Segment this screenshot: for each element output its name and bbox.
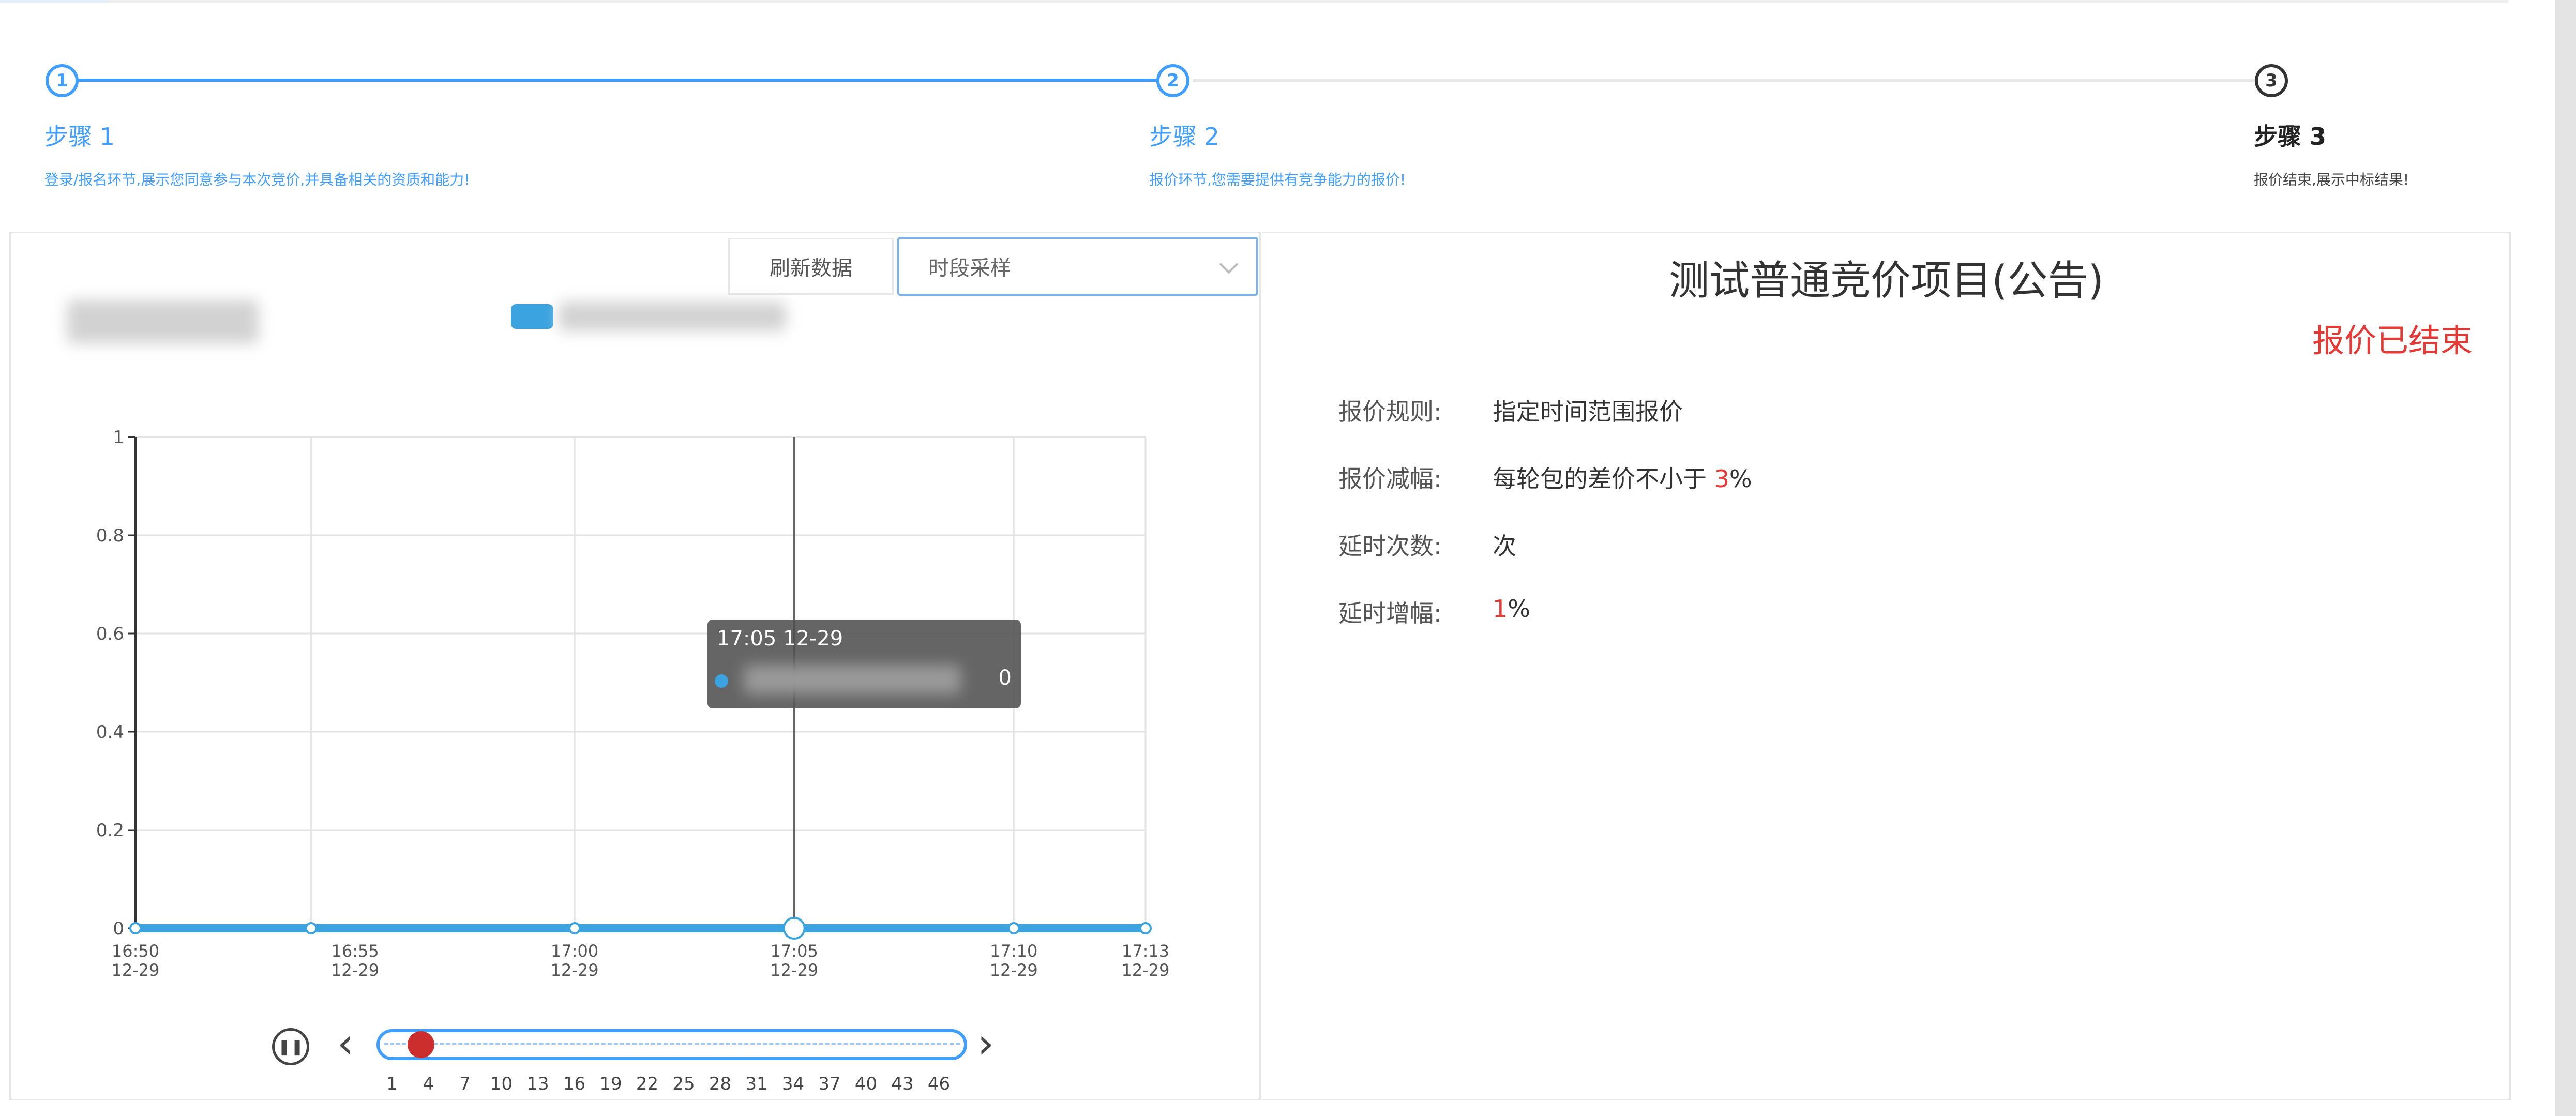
timeline-tick: 13 bbox=[526, 1074, 549, 1094]
delay-increase-label: 延时增幅: bbox=[1338, 599, 1442, 627]
redacted-title bbox=[67, 300, 259, 343]
tooltip-value: 0 bbox=[998, 666, 1012, 690]
scrollbar[interactable] bbox=[2555, 0, 2576, 1116]
step-2-icon: 2 bbox=[1156, 64, 1189, 97]
step-3-title: 步骤 3 bbox=[2254, 123, 2327, 150]
series-point bbox=[1139, 922, 1152, 934]
step-connector-2 bbox=[1193, 79, 2284, 82]
y-tick-label: 0.2 bbox=[96, 820, 124, 841]
chart-tooltip: 17:05 12-29 0 bbox=[707, 620, 1021, 708]
timeline-tick: 22 bbox=[636, 1074, 659, 1094]
x-tick-label: 17:00 bbox=[551, 941, 598, 961]
timeline-tick: 10 bbox=[490, 1074, 513, 1094]
y-tick-label: 0 bbox=[113, 918, 124, 939]
series-point bbox=[782, 917, 806, 940]
pause-icon[interactable]: ❚❚ bbox=[272, 1028, 309, 1065]
legend-swatch[interactable] bbox=[511, 304, 553, 329]
timeline-track[interactable] bbox=[376, 1029, 967, 1060]
x-tick-label: 12-29 bbox=[112, 960, 160, 980]
decrease-num: 3 bbox=[1714, 465, 1729, 493]
x-tick-label: 12-29 bbox=[331, 960, 379, 980]
redacted-legend-label bbox=[559, 302, 786, 331]
x-tick-label: 16:50 bbox=[112, 941, 159, 961]
series-point bbox=[305, 922, 318, 934]
step-3-icon: 3 bbox=[2255, 64, 2288, 97]
y-tick-label: 0.8 bbox=[96, 525, 124, 546]
x-tick-label: 12-29 bbox=[770, 960, 818, 980]
sampling-select-value: 时段采样 bbox=[928, 257, 1011, 280]
step-1-title: 步骤 1 bbox=[44, 123, 115, 150]
y-tick-label: 0.6 bbox=[96, 624, 124, 644]
step-connector-1 bbox=[67, 79, 1158, 82]
timeline-ticks: 1 4 7 10 13 16 19 22 25 28 31 34 37 40 43 46 bbox=[0, 1074, 2576, 1098]
decrease-label: 报价减幅: bbox=[1338, 465, 1442, 493]
timeline-tick: 1 bbox=[386, 1074, 398, 1094]
delay-count-value: 次 bbox=[1493, 532, 1516, 560]
refresh-data-button[interactable]: 刷新数据 bbox=[728, 238, 894, 295]
timeline-tick: 37 bbox=[818, 1074, 841, 1094]
timeline-tick: 19 bbox=[599, 1074, 622, 1094]
delay-increase-unit: % bbox=[1508, 595, 1530, 623]
x-tick-label: 12-29 bbox=[1122, 960, 1170, 980]
top-border bbox=[0, 0, 2508, 3]
delay-increase-num: 1 bbox=[1493, 595, 1508, 623]
series-point bbox=[1007, 922, 1020, 934]
step-1-desc: 登录/报名环节,展示您同意参与本次竞价,并具备相关的资质和能力! bbox=[44, 171, 470, 188]
chevron-left-icon[interactable]: ‹ bbox=[337, 1023, 354, 1064]
timeline-tick: 31 bbox=[745, 1074, 768, 1094]
active-tab-indicator bbox=[0, 0, 109, 3]
chevron-down-icon bbox=[1219, 254, 1239, 274]
project-title: 测试普通竞价项目(公告) bbox=[1669, 258, 2104, 304]
sampling-select[interactable]: 时段采样 bbox=[897, 237, 1258, 296]
timeline-thumb[interactable] bbox=[408, 1031, 434, 1058]
decrease-unit: % bbox=[1729, 465, 1752, 493]
x-tick-label: 17:05 bbox=[771, 941, 818, 961]
timeline-tick: 34 bbox=[781, 1074, 805, 1094]
x-tick-label: 12-29 bbox=[990, 960, 1038, 980]
series-point bbox=[568, 922, 581, 934]
decrease-value: 每轮包的差价不小于 3% bbox=[1493, 460, 1752, 494]
timeline-tick: 16 bbox=[563, 1074, 586, 1094]
timeline-tick: 28 bbox=[709, 1074, 732, 1094]
project-info-panel bbox=[1262, 232, 2511, 1100]
delay-increase-value: 1% bbox=[1493, 595, 1530, 623]
tooltip-title: 17:05 12-29 bbox=[717, 627, 843, 651]
timeline-tick: 43 bbox=[891, 1074, 914, 1094]
timeline-tick: 4 bbox=[423, 1074, 434, 1094]
timeline-tick: 7 bbox=[459, 1074, 471, 1094]
step-1-number: 1 bbox=[56, 70, 68, 91]
step-3-number: 3 bbox=[2265, 70, 2278, 91]
y-tick-label: 0.4 bbox=[96, 722, 124, 743]
timeline-tick: 46 bbox=[927, 1074, 951, 1094]
step-2-number: 2 bbox=[1167, 70, 1179, 91]
status-badge: 报价已结束 bbox=[2312, 322, 2473, 359]
delay-count-label: 延时次数: bbox=[1338, 532, 1442, 560]
redacted-tooltip-series bbox=[744, 665, 961, 694]
x-tick-label: 16:55 bbox=[331, 941, 379, 961]
step-2-desc: 报价环节,您需要提供有竞争能力的报价! bbox=[1149, 171, 1406, 188]
x-tick-label: 12-29 bbox=[551, 960, 599, 980]
tooltip-series-dot bbox=[715, 674, 728, 688]
step-1-icon: 1 bbox=[46, 64, 79, 97]
chevron-right-icon[interactable]: › bbox=[977, 1023, 994, 1064]
step-3-desc: 报价结束,展示中标结果! bbox=[2254, 171, 2409, 188]
rules-label: 报价规则: bbox=[1338, 398, 1442, 426]
decrease-prefix: 每轮包的差价不小于 bbox=[1493, 465, 1707, 493]
x-tick-label: 17:10 bbox=[990, 941, 1037, 961]
y-tick-label: 1 bbox=[113, 427, 124, 448]
rules-value: 指定时间范围报价 bbox=[1493, 398, 1683, 426]
step-2-title: 步骤 2 bbox=[1149, 123, 1219, 150]
x-tick-label: 17:13 bbox=[1122, 941, 1169, 961]
chart-panel bbox=[9, 232, 1261, 1100]
timeline-tick: 40 bbox=[854, 1074, 878, 1094]
timeline-tick: 25 bbox=[672, 1074, 695, 1094]
series-point bbox=[129, 922, 142, 934]
